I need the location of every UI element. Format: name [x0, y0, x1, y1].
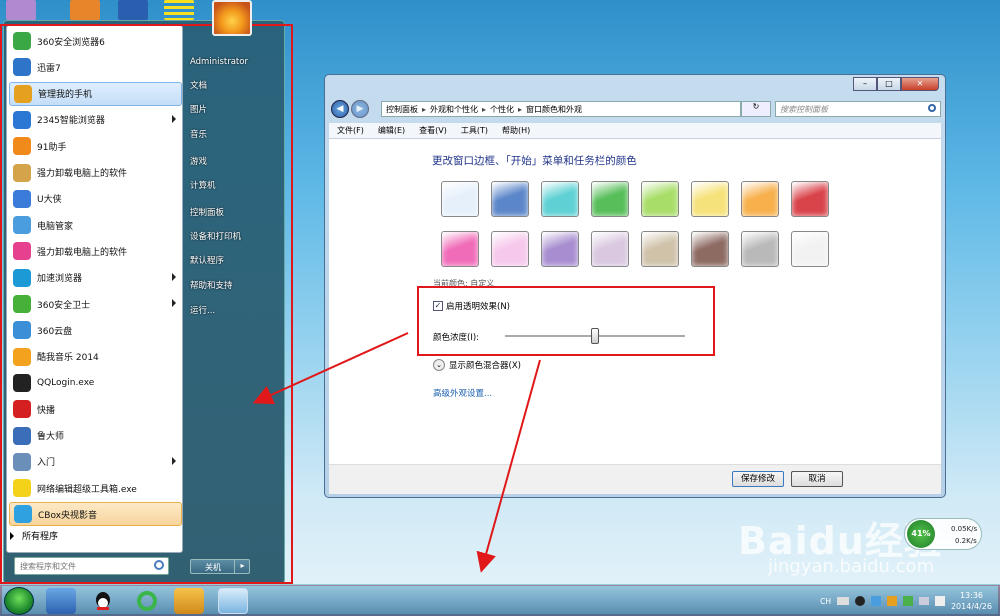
system-tray: CH 13:36 2014/4/26 — [820, 585, 1000, 616]
clock-time: 13:36 — [959, 591, 984, 600]
taskbar-explorer-icon[interactable] — [46, 588, 76, 614]
speed-percent: 41% — [907, 520, 935, 548]
clock[interactable]: 13:36 2014/4/26 — [951, 590, 992, 612]
shield-icon[interactable] — [870, 596, 881, 606]
taskbar: CH 13:36 2014/4/26 — [0, 584, 1000, 616]
annotation-arrow-to-start-menu — [252, 332, 409, 405]
package-tray-icon[interactable] — [886, 596, 897, 606]
clock-date: 2014/4/26 — [950, 602, 992, 611]
taskbar-control-panel-icon[interactable] — [218, 588, 248, 614]
volume-icon[interactable] — [934, 596, 945, 606]
annotation-arrow-to-taskbar — [476, 359, 541, 573]
monitor-icon[interactable] — [918, 597, 929, 605]
taskbar-package-icon[interactable] — [174, 588, 204, 614]
start-button[interactable] — [4, 587, 34, 615]
taskbar-ie-icon[interactable] — [132, 588, 162, 614]
upload-speed: 0.05K/s — [951, 525, 978, 533]
network-speed-widget[interactable]: 41% 0.05K/s 0.2K/s — [904, 518, 982, 550]
download-speed: 0.2K/s — [955, 537, 977, 545]
input-language[interactable]: CH — [820, 597, 831, 606]
baidu-watermark-url: jingyan.baidu.com — [768, 556, 935, 577]
qq-tray-icon[interactable] — [854, 596, 865, 606]
keyboard-icon[interactable] — [836, 597, 849, 605]
taskbar-qq-icon[interactable] — [88, 588, 118, 614]
network-tray-icon[interactable] — [902, 596, 913, 606]
user-avatar[interactable] — [212, 0, 252, 36]
